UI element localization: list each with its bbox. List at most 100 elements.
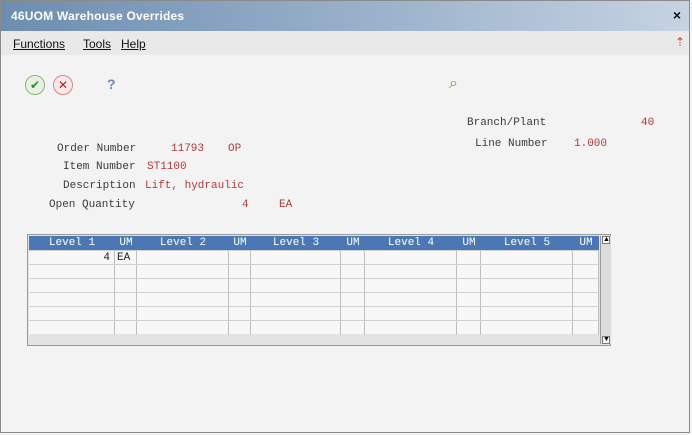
window-title: 46UOM Warehouse Overrides [11, 9, 185, 23]
cell-level-1[interactable]: 4 [29, 251, 115, 265]
line-number-value: 1.000 [574, 138, 608, 150]
open-quantity-label: Open Quantity [49, 199, 135, 211]
cell-um-4[interactable] [457, 279, 481, 293]
cell-um-5[interactable] [573, 307, 599, 321]
cell-level-3[interactable] [251, 321, 341, 335]
cell-level-2[interactable] [137, 279, 229, 293]
cell-um-2[interactable] [229, 307, 251, 321]
levels-grid: Level 1 UM Level 2 UM Level 3 UM Level 4… [27, 234, 611, 346]
cell-um-1[interactable] [115, 321, 137, 335]
cell-level-5[interactable] [481, 279, 573, 293]
cell-um-3[interactable] [341, 293, 365, 307]
grid-header-level-4: Level 4 [387, 237, 435, 249]
menu-help[interactable]: Help [121, 37, 146, 51]
branch-plant-label: Branch/Plant [467, 117, 547, 129]
cell-um-1[interactable] [115, 265, 137, 279]
cell-um-5[interactable] [573, 321, 599, 335]
order-number-label: Order Number [57, 143, 137, 155]
cell-um-5[interactable] [573, 293, 599, 307]
toolbar: ✔ ✕ ? ⌕ [1, 55, 689, 103]
menu-tools[interactable]: Tools [83, 37, 111, 51]
help-button[interactable]: ? [107, 76, 116, 92]
cell-um-1[interactable] [115, 307, 137, 321]
cell-level-5[interactable] [481, 251, 573, 265]
grid-row[interactable] [29, 278, 599, 293]
cell-level-2[interactable] [137, 321, 229, 335]
menu-functions[interactable]: Functions [13, 37, 65, 51]
scroll-up-icon[interactable]: ▲ [602, 236, 610, 244]
cell-um-2[interactable] [229, 293, 251, 307]
cell-level-2[interactable] [137, 307, 229, 321]
cell-level-3[interactable] [251, 265, 341, 279]
item-number-value: ST1100 [147, 161, 187, 173]
grid-row[interactable]: 4 EA [29, 250, 599, 265]
cell-level-1[interactable] [29, 321, 115, 335]
cell-level-4[interactable] [365, 279, 457, 293]
cell-um-4[interactable] [457, 251, 481, 265]
cell-um-4[interactable] [457, 293, 481, 307]
close-icon[interactable]: × [669, 7, 685, 23]
title-bar: 46UOM Warehouse Overrides × [1, 1, 689, 31]
cell-level-5[interactable] [481, 321, 573, 335]
cell-level-1[interactable] [29, 279, 115, 293]
cell-um-1[interactable]: EA [115, 251, 137, 265]
search-button[interactable]: ⌕ [449, 75, 467, 93]
cell-level-4[interactable] [365, 265, 457, 279]
menu-bar: Functions Tools Help ⇡ [1, 31, 689, 56]
warehouse-overrides-window: 46UOM Warehouse Overrides × Functions To… [0, 0, 690, 433]
cell-level-3[interactable] [251, 279, 341, 293]
cell-um-2[interactable] [229, 265, 251, 279]
cell-um-2[interactable] [229, 251, 251, 265]
cell-level-4[interactable] [365, 251, 457, 265]
cell-um-4[interactable] [457, 265, 481, 279]
cell-level-2[interactable] [137, 251, 229, 265]
cell-um-5[interactable] [573, 251, 599, 265]
cell-um-3[interactable] [341, 279, 365, 293]
cell-level-3[interactable] [251, 251, 341, 265]
cell-level-1[interactable] [29, 265, 115, 279]
cell-um-3[interactable] [341, 307, 365, 321]
menu-arrow-icon[interactable]: ⇡ [675, 35, 685, 49]
cell-um-2[interactable] [229, 279, 251, 293]
grid-header-level-5: Level 5 [503, 237, 551, 249]
ok-button[interactable]: ✔ [25, 75, 45, 95]
branch-plant-value: 40 [641, 117, 655, 129]
grid-header-level-1: Level 1 [48, 237, 96, 249]
cell-um-4[interactable] [457, 307, 481, 321]
cell-um-3[interactable] [341, 321, 365, 335]
grid-header-um-2: UM [233, 237, 247, 249]
cell-level-2[interactable] [137, 293, 229, 307]
item-number-label: Item Number [63, 161, 136, 173]
cell-level-1[interactable] [29, 307, 115, 321]
cell-level-4[interactable] [365, 307, 457, 321]
scroll-down-icon[interactable]: ▼ [602, 336, 610, 344]
cell-um-4[interactable] [457, 321, 481, 335]
cell-level-1[interactable] [29, 293, 115, 307]
cell-um-2[interactable] [229, 321, 251, 335]
cell-level-4[interactable] [365, 321, 457, 335]
cell-um-5[interactable] [573, 279, 599, 293]
cell-level-3[interactable] [251, 293, 341, 307]
grid-header-um-3: UM [346, 237, 360, 249]
cell-level-5[interactable] [481, 307, 573, 321]
grid-row[interactable] [29, 292, 599, 307]
cell-level-3[interactable] [251, 307, 341, 321]
cell-level-4[interactable] [365, 293, 457, 307]
cell-um-3[interactable] [341, 265, 365, 279]
grid-scrollbar[interactable]: ▲ ▼ [600, 236, 611, 344]
open-quantity-value: 4 [242, 199, 249, 211]
cell-level-5[interactable] [481, 293, 573, 307]
cell-um-1[interactable] [115, 279, 137, 293]
grid-row[interactable] [29, 306, 599, 321]
help-label: ? [107, 76, 116, 92]
cell-um-3[interactable] [341, 251, 365, 265]
grid-header-level-2: Level 2 [159, 237, 207, 249]
cancel-button[interactable]: ✕ [53, 75, 73, 95]
cell-um-1[interactable] [115, 293, 137, 307]
cell-um-5[interactable] [573, 265, 599, 279]
cell-level-2[interactable] [137, 265, 229, 279]
grid-row[interactable] [29, 320, 599, 335]
cell-level-5[interactable] [481, 265, 573, 279]
grid-row[interactable] [29, 264, 599, 279]
grid-header-level-3: Level 3 [272, 237, 320, 249]
